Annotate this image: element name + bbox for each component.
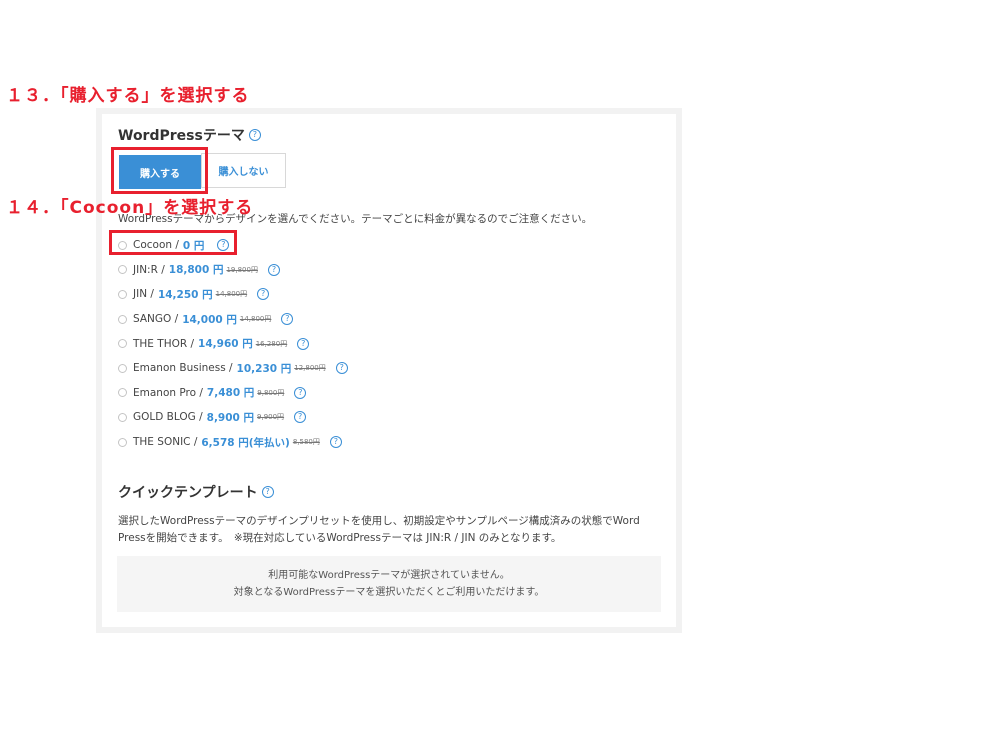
no-buy-theme-button[interactable]: 購入しない	[201, 153, 286, 188]
help-icon[interactable]: ?	[294, 386, 307, 399]
wordpress-theme-title-text: WordPressテーマ	[118, 128, 245, 144]
notice-line2: 対象となるWordPressテーマを選択いただくとご利用いただけます。	[233, 587, 545, 598]
quick-template-title: クイックテンプレート ?	[118, 482, 274, 502]
theme-option-emanon-pro[interactable]: Emanon Pro / 7,480 円 9,800円 ?	[118, 381, 348, 406]
help-icon[interactable]: ?	[281, 313, 294, 326]
radio-button[interactable]	[118, 388, 127, 398]
cocoon-option-highlight	[109, 230, 237, 255]
notice-line1: 利用可能なWordPressテーマが選択されていません。	[268, 570, 510, 581]
quick-template-title-text: クイックテンプレート	[118, 485, 258, 501]
theme-option-gold-blog[interactable]: GOLD BLOG / 8,900 円 9,900円 ?	[118, 405, 348, 430]
help-icon[interactable]: ?	[267, 263, 280, 276]
theme-option-the-thor[interactable]: THE THOR / 14,960 円 16,280円 ?	[118, 331, 348, 356]
theme-options-list: Cocoon / 0 円 ? JIN:R / 18,800 円 19,800円 …	[118, 233, 348, 454]
buy-button-highlight	[111, 147, 208, 194]
radio-button[interactable]	[118, 339, 127, 349]
theme-option-sango[interactable]: SANGO / 14,000 円 14,800円 ?	[118, 307, 348, 332]
wordpress-theme-title: WordPressテーマ ?	[118, 125, 261, 145]
help-icon[interactable]: ?	[257, 288, 270, 301]
step-13-annotation: １３．「購入する」を選択する	[6, 86, 250, 106]
quick-template-notice: 利用可能なWordPressテーマが選択されていません。 対象となるWordPr…	[117, 556, 661, 612]
radio-button[interactable]	[118, 437, 127, 447]
theme-option-jinr[interactable]: JIN:R / 18,800 円 19,800円 ?	[118, 258, 348, 283]
quick-template-description-line2: Pressを開始できます。 ※現在対応しているWordPressテーマは JIN…	[118, 532, 562, 544]
radio-button[interactable]	[118, 314, 127, 324]
help-icon[interactable]: ?	[294, 411, 307, 424]
help-icon[interactable]: ?	[261, 486, 274, 498]
quick-template-description-line1: 選択したWordPressテーマのデザインプリセットを使用し、初期設定やサンプル…	[118, 515, 640, 527]
help-icon[interactable]: ?	[335, 362, 348, 375]
theme-option-jin[interactable]: JIN / 14,250 円 14,800円 ?	[118, 282, 348, 307]
help-icon[interactable]: ?	[329, 436, 342, 449]
help-icon[interactable]: ?	[248, 129, 261, 141]
step-14-annotation: １４．「Cocoon」を選択する	[6, 198, 254, 218]
theme-option-emanon-business[interactable]: Emanon Business / 10,230 円 12,800円 ?	[118, 356, 348, 381]
help-icon[interactable]: ?	[297, 337, 310, 350]
radio-button[interactable]	[118, 289, 127, 299]
theme-option-the-sonic[interactable]: THE SONIC / 6,578 円(年払い) 8,580円 ?	[118, 430, 348, 455]
radio-button[interactable]	[118, 363, 127, 373]
radio-button[interactable]	[118, 265, 127, 275]
radio-button[interactable]	[118, 412, 127, 422]
